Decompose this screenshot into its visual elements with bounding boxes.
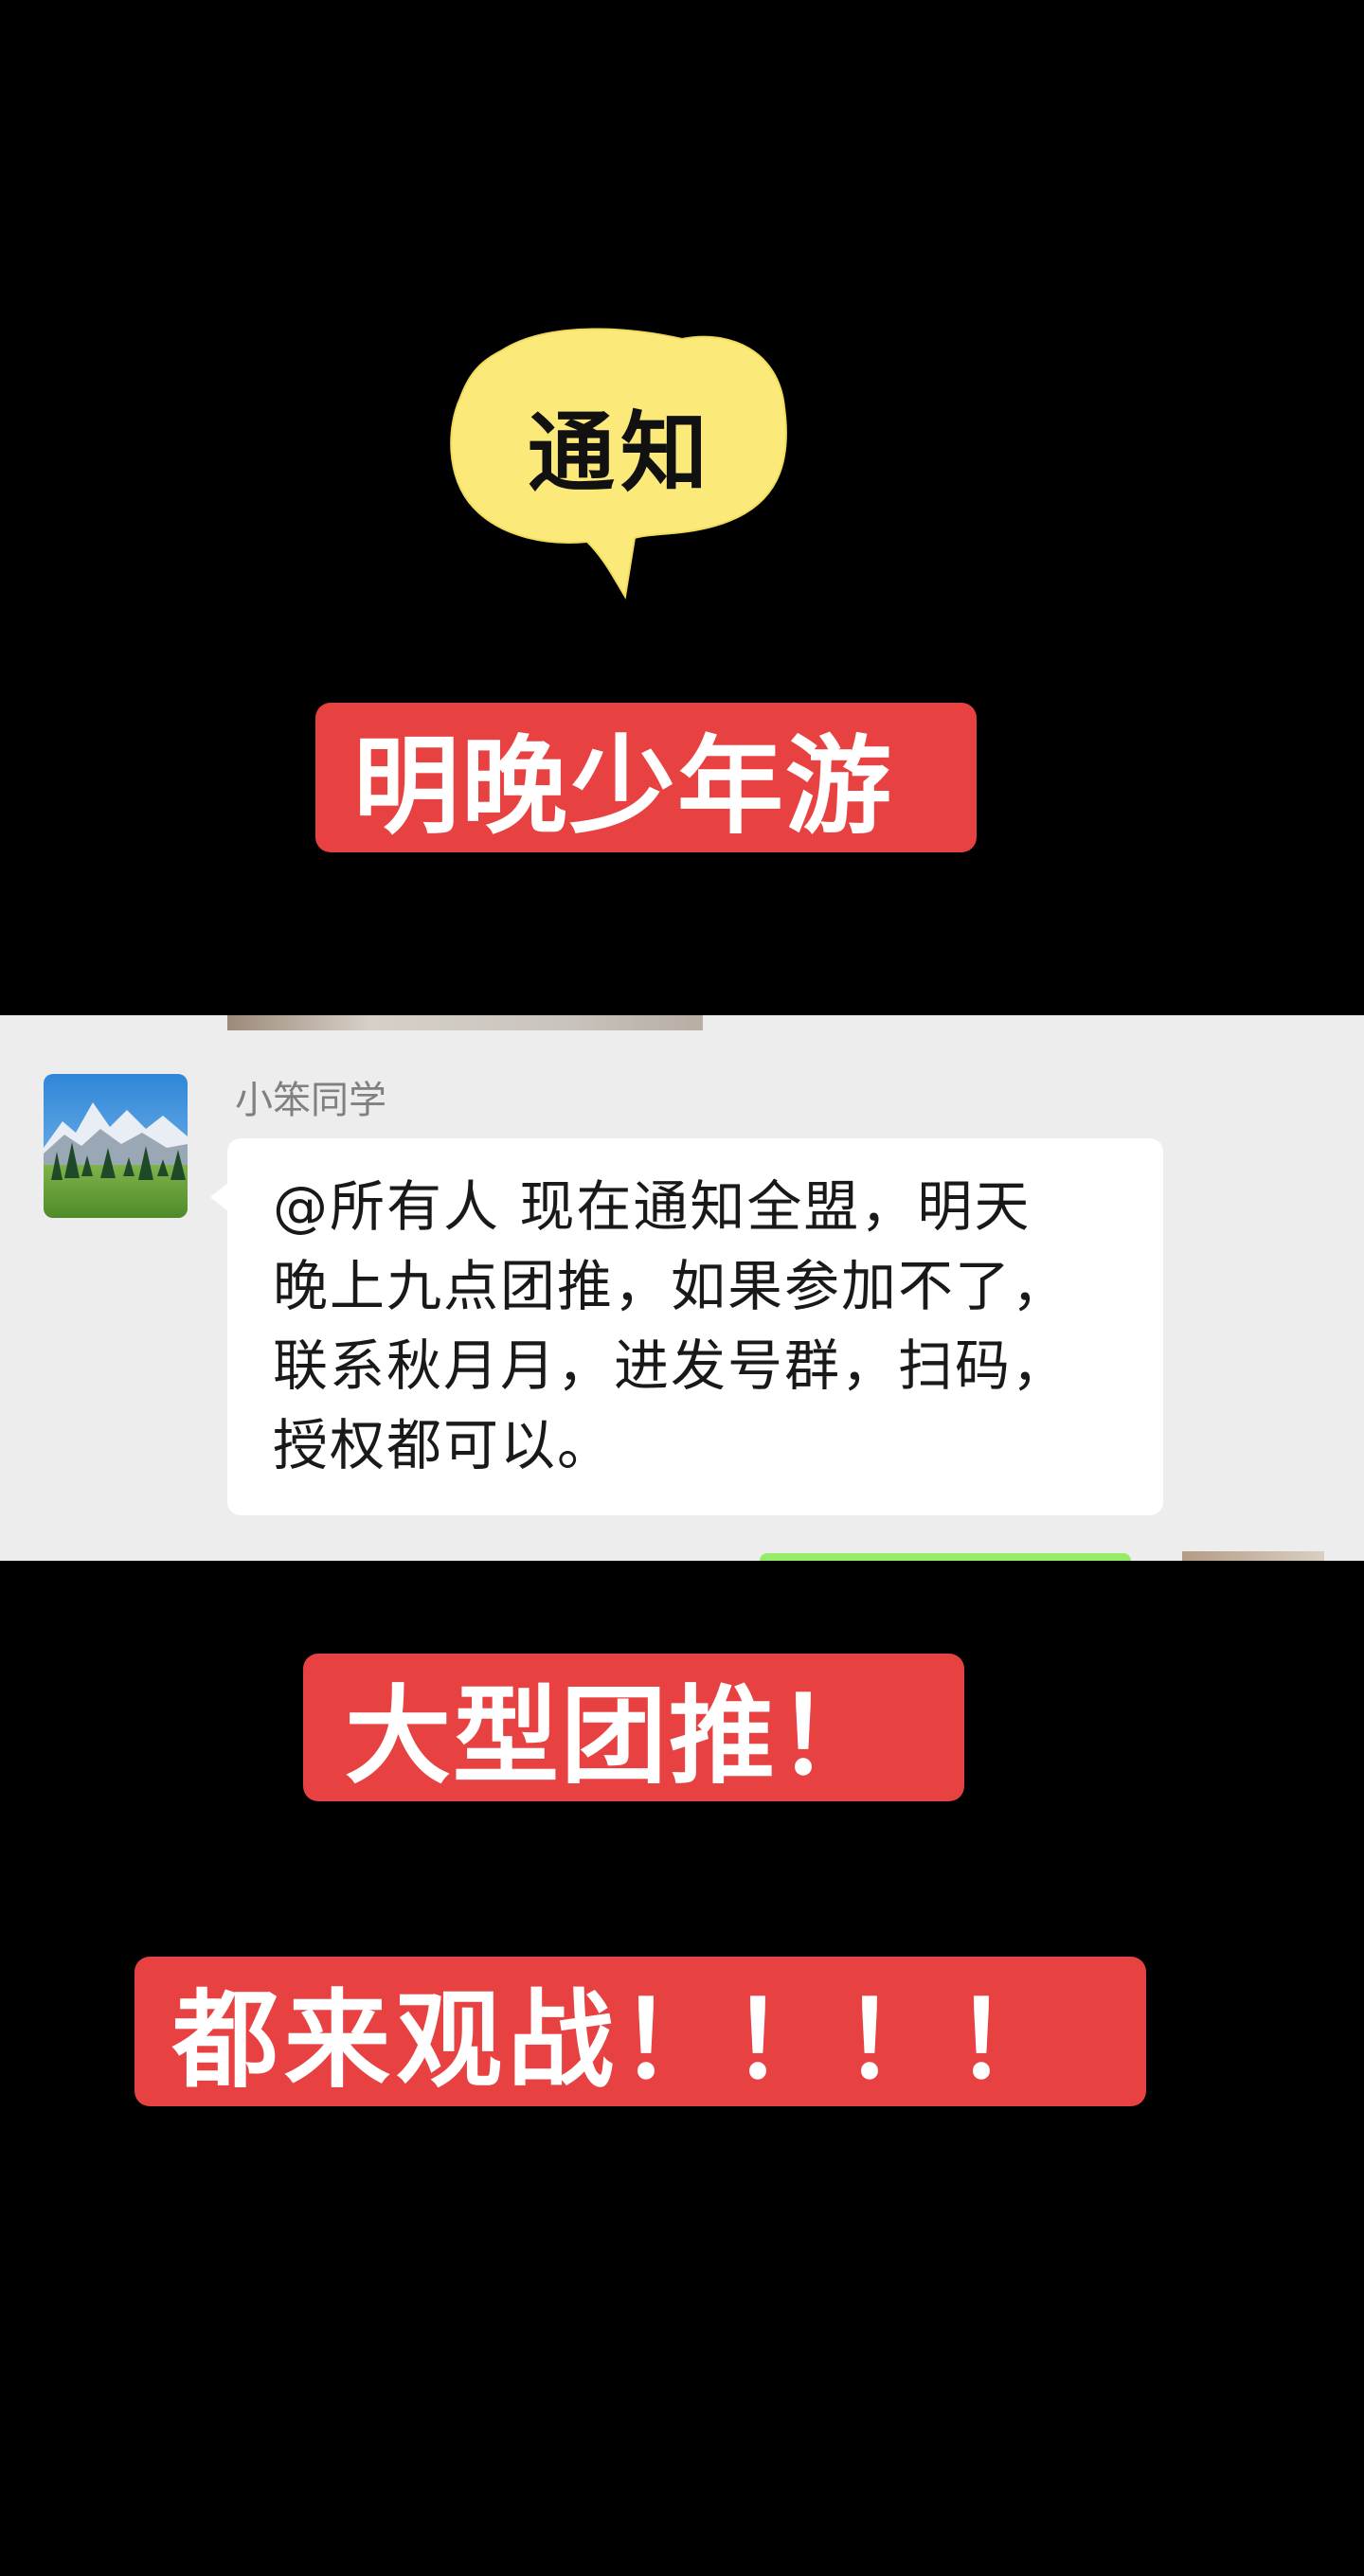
next-avatar-edge (1182, 1551, 1324, 1561)
mountain-landscape-avatar-icon (44, 1074, 188, 1218)
chat-screenshot: 小笨同学 @所有人 现在通知全盟，明天 晚上九点团推，如果参加不了， 联系秋月月… (0, 1015, 1364, 1561)
caption-banner-come-watch: 都来观战！！！！ (135, 1957, 1146, 2106)
caption-text: 都来观战！！！！ (172, 1979, 1067, 2102)
previous-image-message-edge (227, 1015, 703, 1030)
sender-name: 小笨同学 (235, 1079, 386, 1122)
message-line: 联系秋月月，进发号群，扫码， (273, 1333, 1069, 1398)
notice-label: 通知 (527, 402, 713, 504)
message-line: 晚上九点团推，如果参加不了， (273, 1254, 1069, 1318)
sender-avatar[interactable] (44, 1074, 188, 1218)
notice-sticker: 通知 (445, 322, 796, 606)
message-line: 授权都可以。 (273, 1413, 615, 1477)
message-text: @所有人 现在通知全盟，明天 晚上九点团推，如果参加不了， 联系秋月月，进发号群… (273, 1167, 1122, 1485)
caption-text: 明晚少年游 (353, 725, 893, 849)
message-line: @所有人 现在通知全盟，明天 (273, 1174, 1032, 1239)
caption-banner-tomorrow-night: 明晚少年游 (315, 703, 977, 852)
next-outgoing-bubble-edge (760, 1553, 1131, 1561)
message-bubble[interactable]: @所有人 现在通知全盟，明天 晚上九点团推，如果参加不了， 联系秋月月，进发号群… (210, 1138, 1163, 1515)
caption-text: 大型团推！ (345, 1675, 885, 1798)
caption-banner-big-push: 大型团推！ (303, 1654, 964, 1801)
